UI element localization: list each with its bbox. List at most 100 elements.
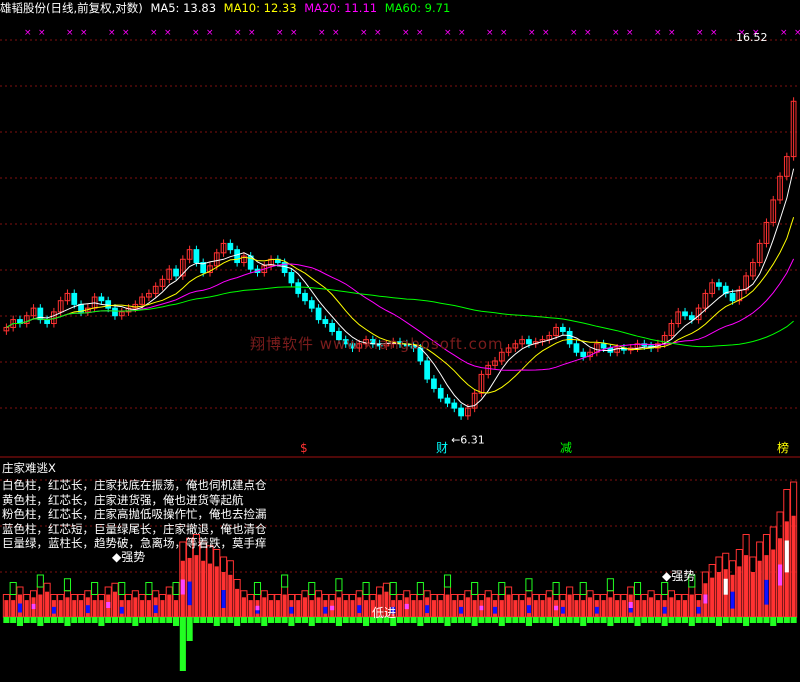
indicator-blue-bar xyxy=(85,605,90,614)
indicator-green-bar xyxy=(641,617,648,623)
signal-label: 榜 xyxy=(777,440,789,455)
indicator-green-bar xyxy=(722,617,729,623)
indicator-green-outline xyxy=(253,582,262,595)
indicator-annotation: ◆强势 xyxy=(662,569,695,583)
indicator-blue-bar xyxy=(17,603,23,613)
indicator-green-bar xyxy=(139,617,146,623)
indicator-green-bar xyxy=(702,617,709,623)
indicator-pink-bar xyxy=(554,605,559,611)
indicator-green-bar xyxy=(478,617,485,623)
down-candle xyxy=(458,407,464,417)
signal-marker: × xyxy=(584,28,592,38)
indicator-green-bar xyxy=(349,617,356,623)
down-candle xyxy=(234,249,241,264)
indicator-core-bar xyxy=(11,600,16,617)
indicator-green-bar xyxy=(661,617,668,626)
indicator-blue-bar xyxy=(51,606,56,614)
indicator-core-bar xyxy=(655,600,660,617)
indicator-green-bar xyxy=(240,617,247,623)
signal-marker: × xyxy=(486,28,494,38)
down-candle xyxy=(716,282,722,287)
indicator-green-bar xyxy=(437,617,444,623)
indicator-blue-bar xyxy=(560,606,565,614)
indicator-green-bar xyxy=(715,617,723,626)
indicator-green-bar xyxy=(695,617,702,623)
indicator-core-bar xyxy=(513,600,518,617)
indicator-green-bar xyxy=(125,617,132,623)
indicator-core-bar xyxy=(235,588,240,617)
indicator-green-outline xyxy=(118,582,126,595)
down-candle xyxy=(98,296,105,302)
indicator-core-bar xyxy=(465,597,470,617)
indicator-green-bar xyxy=(729,617,736,623)
indicator-green-bar xyxy=(498,617,505,626)
indicator-green-bar xyxy=(709,617,716,623)
indicator-green-outline xyxy=(525,578,533,592)
indicator-core-bar xyxy=(173,600,179,617)
indicator-blue-bar xyxy=(221,590,226,608)
signal-marker: × xyxy=(612,28,620,38)
indicator-core-bar xyxy=(574,600,579,617)
indicator-core-bar xyxy=(38,594,43,617)
indicator-pink-bar xyxy=(479,605,484,611)
down-candle xyxy=(322,319,329,325)
indicator-core-bar xyxy=(642,600,647,617)
indicator-core-bar xyxy=(248,600,253,617)
down-candle xyxy=(526,339,532,345)
indicator-core-bar xyxy=(167,594,172,617)
signal-marker: × xyxy=(290,28,298,38)
indicator-core-bar xyxy=(316,597,321,617)
signal-marker: × xyxy=(500,28,508,38)
indicator-green-bar xyxy=(559,617,566,623)
indicator-green-outline xyxy=(552,582,560,595)
indicator-core-bar xyxy=(608,597,613,617)
signal-marker: × xyxy=(794,28,800,38)
indicator-core-bar xyxy=(269,600,274,617)
indicator-green-bar xyxy=(573,617,580,623)
indicator-green-bar xyxy=(593,617,600,623)
indicator-green-bar xyxy=(396,617,404,623)
down-candle xyxy=(227,242,234,251)
indicator-green-outline xyxy=(172,582,180,595)
down-candle xyxy=(573,343,580,353)
indicator-green-bar xyxy=(10,617,17,623)
down-candle xyxy=(688,315,695,321)
down-candle xyxy=(44,319,50,325)
indicator-green-outline xyxy=(335,578,343,592)
indicator-blue-bar xyxy=(730,591,735,609)
down-candle xyxy=(437,387,444,399)
indicator-core-bar xyxy=(710,577,715,617)
signal-marker: × xyxy=(528,28,536,38)
indicator-green-bar xyxy=(770,617,777,626)
signal-marker: × xyxy=(654,28,662,38)
indicator-green-bar xyxy=(261,617,268,626)
indicator-green-outline xyxy=(443,574,452,588)
indicator-green-outline xyxy=(471,582,479,595)
indicator-green-outline xyxy=(63,578,72,592)
signal-marker: × xyxy=(108,28,116,38)
down-candle xyxy=(193,249,200,264)
down-candle xyxy=(329,323,336,332)
indicator-green-bar xyxy=(546,617,553,623)
down-candle xyxy=(600,343,607,349)
indicator-green-outline xyxy=(145,582,153,595)
indicator-blue-bar xyxy=(696,606,701,614)
signal-marker: × xyxy=(66,28,74,38)
indicator-green-bar xyxy=(763,617,770,623)
indicator-green-bar xyxy=(430,617,437,623)
indicator-green-bar xyxy=(519,617,526,623)
indicator-green-bar xyxy=(98,617,105,626)
indicator-core-bar xyxy=(649,597,654,617)
signal-marker: × xyxy=(38,28,46,38)
signal-marker: × xyxy=(234,28,242,38)
signal-marker: × xyxy=(318,28,326,38)
indicator-green-bar xyxy=(308,617,315,626)
indicator-core-bar xyxy=(635,600,640,617)
indicator-core-bar xyxy=(499,600,504,617)
indicator-core-bar xyxy=(669,597,674,617)
indicator-green-bar xyxy=(614,617,621,623)
indicator-pink-bar xyxy=(703,594,708,604)
indicator-core-bar xyxy=(716,572,722,617)
indicator-core-bar xyxy=(302,597,308,617)
indicator-green-bar xyxy=(227,617,234,623)
